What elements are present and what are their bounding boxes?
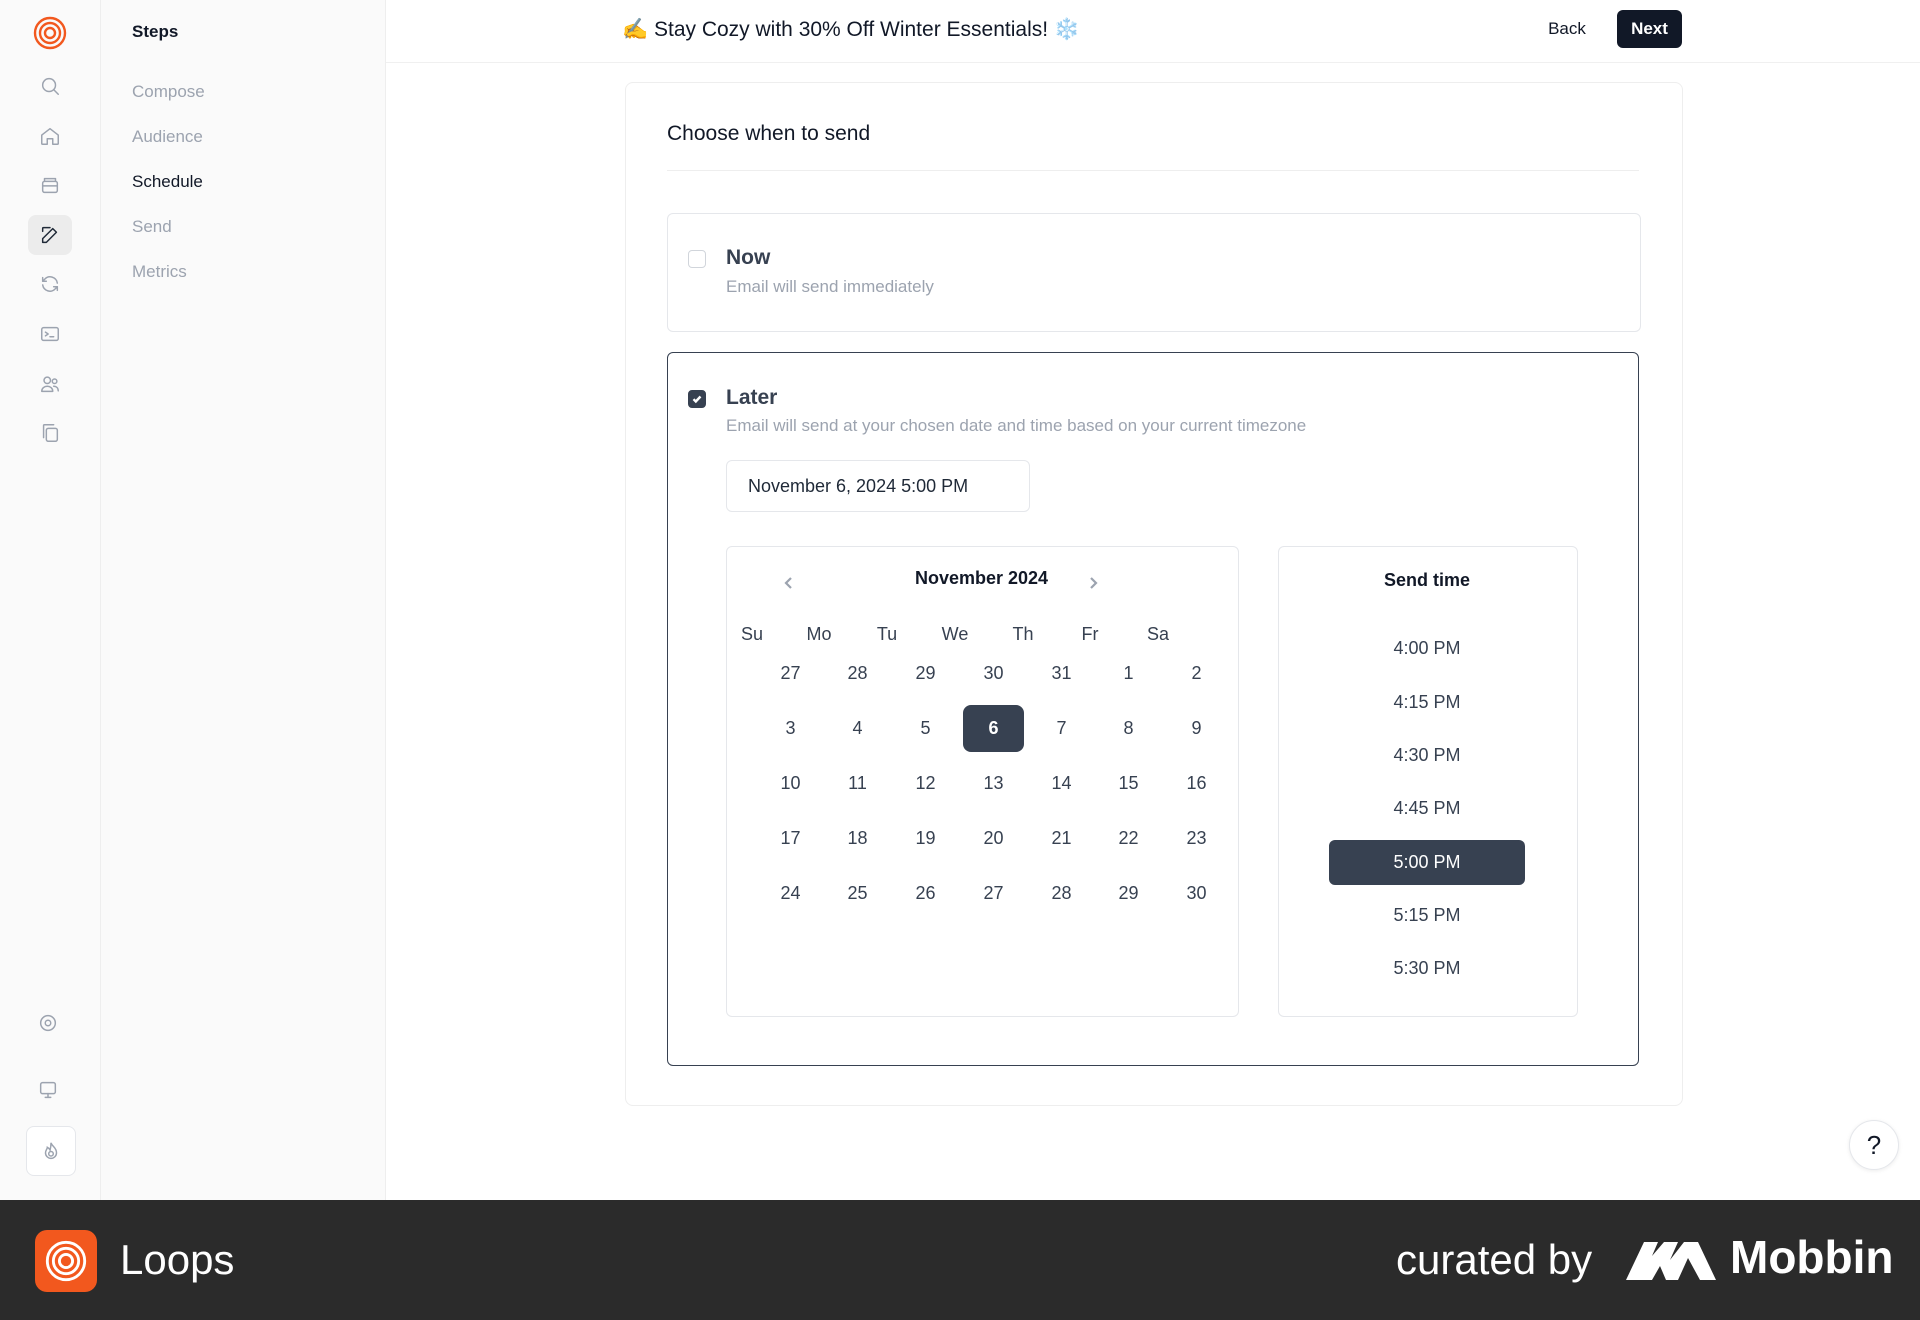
steps-title: Steps [132, 22, 179, 41]
top-bar [386, 0, 1920, 63]
calendar-day[interactable]: 2 [1166, 650, 1227, 697]
calendar-day[interactable]: 3 [760, 705, 821, 752]
calendar-day[interactable]: 26 [895, 870, 956, 917]
calendar-day[interactable]: 29 [1098, 870, 1159, 917]
date-time-input[interactable]: November 6, 2024 5:00 PM [726, 460, 1030, 512]
calendar-day[interactable]: 17 [760, 815, 821, 862]
calendar-day[interactable]: 30 [1166, 870, 1227, 917]
calendar-day[interactable]: 1 [1098, 650, 1159, 697]
calendar-day[interactable]: 10 [760, 760, 821, 807]
calendar-day[interactable]: 5 [895, 705, 956, 752]
calendar-day[interactable]: 31 [1031, 650, 1092, 697]
home-icon[interactable] [28, 116, 72, 156]
calendar-day[interactable]: 15 [1098, 760, 1159, 807]
time-option-selected[interactable]: 5:00 PM [1329, 840, 1525, 885]
later-description: Email will send at your chosen date and … [726, 416, 1307, 435]
calendar-day[interactable]: 28 [1031, 870, 1092, 917]
weekday-label: We [941, 624, 969, 644]
weekday-label: Mo [806, 624, 832, 644]
calendar-day[interactable]: 22 [1098, 815, 1159, 862]
weekday-label: Su [740, 624, 764, 644]
edit-icon[interactable] [28, 215, 72, 255]
calendar-day[interactable]: 14 [1031, 760, 1092, 807]
terminal-icon[interactable] [28, 314, 72, 354]
step-compose[interactable]: Compose [132, 82, 205, 102]
divider [667, 170, 1639, 171]
weekday-label: Sa [1146, 624, 1170, 644]
loops-logo-icon[interactable] [33, 16, 67, 50]
time-option[interactable]: 4:30 PM [1329, 733, 1525, 778]
refresh-icon[interactable] [28, 264, 72, 304]
next-month-icon[interactable] [1083, 573, 1103, 593]
calendar-day[interactable]: 19 [895, 815, 956, 862]
copy-icon[interactable] [28, 413, 72, 453]
time-option[interactable]: 5:15 PM [1329, 893, 1525, 938]
now-description: Email will send immediately [726, 277, 934, 296]
campaign-title: ✍️ Stay Cozy with 30% Off Winter Essenti… [622, 18, 1081, 41]
calendar-day[interactable]: 28 [827, 650, 888, 697]
calendar-day[interactable]: 27 [963, 870, 1024, 917]
calendar-day[interactable]: 25 [827, 870, 888, 917]
help-button[interactable]: ? [1849, 1120, 1899, 1170]
next-button[interactable]: Next [1617, 10, 1682, 48]
calendar-day[interactable]: 18 [827, 815, 888, 862]
weekday-label: Fr [1081, 624, 1099, 644]
calendar-day[interactable]: 24 [760, 870, 821, 917]
mobbin-logo-icon [1626, 1236, 1716, 1282]
footer-mobbin: Mobbin [1730, 1231, 1894, 1283]
time-option[interactable]: 4:45 PM [1329, 786, 1525, 831]
later-checkbox[interactable] [688, 390, 706, 408]
calendar-day-selected[interactable]: 6 [963, 705, 1024, 752]
flame-icon[interactable] [26, 1126, 76, 1176]
step-audience[interactable]: Audience [132, 127, 203, 147]
later-title: Later [726, 386, 778, 409]
calendar-day[interactable]: 16 [1166, 760, 1227, 807]
weekday-label: Tu [876, 624, 898, 644]
step-schedule[interactable]: Schedule [132, 172, 203, 192]
weekday-label: Th [1012, 624, 1034, 644]
option-now[interactable] [667, 213, 1641, 332]
calendar-day[interactable]: 12 [895, 760, 956, 807]
check-icon [692, 395, 702, 404]
calendar-day[interactable]: 30 [963, 650, 1024, 697]
search-icon[interactable] [28, 66, 72, 106]
settings-icon[interactable] [26, 1003, 70, 1043]
time-option[interactable]: 5:30 PM [1329, 946, 1525, 991]
calendar-day[interactable]: 8 [1098, 705, 1159, 752]
time-option[interactable]: 4:15 PM [1329, 680, 1525, 725]
inbox-icon[interactable] [28, 165, 72, 205]
now-checkbox[interactable] [688, 250, 706, 268]
now-title: Now [726, 246, 771, 269]
schedule-heading: Choose when to send [667, 122, 871, 145]
time-option[interactable]: 4:00 PM [1329, 626, 1525, 671]
back-button[interactable]: Back [1534, 10, 1600, 48]
footer-curated: curated by [1396, 1236, 1593, 1283]
prev-month-icon[interactable] [779, 573, 799, 593]
calendar-day[interactable]: 7 [1031, 705, 1092, 752]
calendar-day[interactable]: 20 [963, 815, 1024, 862]
step-metrics[interactable]: Metrics [132, 262, 187, 282]
step-send[interactable]: Send [132, 217, 172, 237]
footer-brand: Loops [120, 1236, 235, 1283]
calendar-day[interactable]: 23 [1166, 815, 1227, 862]
calendar-day[interactable]: 11 [827, 760, 888, 807]
calendar-month: November 2024 [914, 568, 1049, 588]
calendar-day[interactable]: 4 [827, 705, 888, 752]
calendar-day[interactable]: 29 [895, 650, 956, 697]
monitor-icon[interactable] [26, 1070, 70, 1110]
loops-app-icon [35, 1230, 97, 1292]
calendar-day[interactable]: 27 [760, 650, 821, 697]
calendar-day[interactable]: 13 [963, 760, 1024, 807]
calendar-day[interactable]: 9 [1166, 705, 1227, 752]
users-icon[interactable] [28, 364, 72, 404]
time-picker-title: Send time [1383, 570, 1471, 590]
calendar-day[interactable]: 21 [1031, 815, 1092, 862]
